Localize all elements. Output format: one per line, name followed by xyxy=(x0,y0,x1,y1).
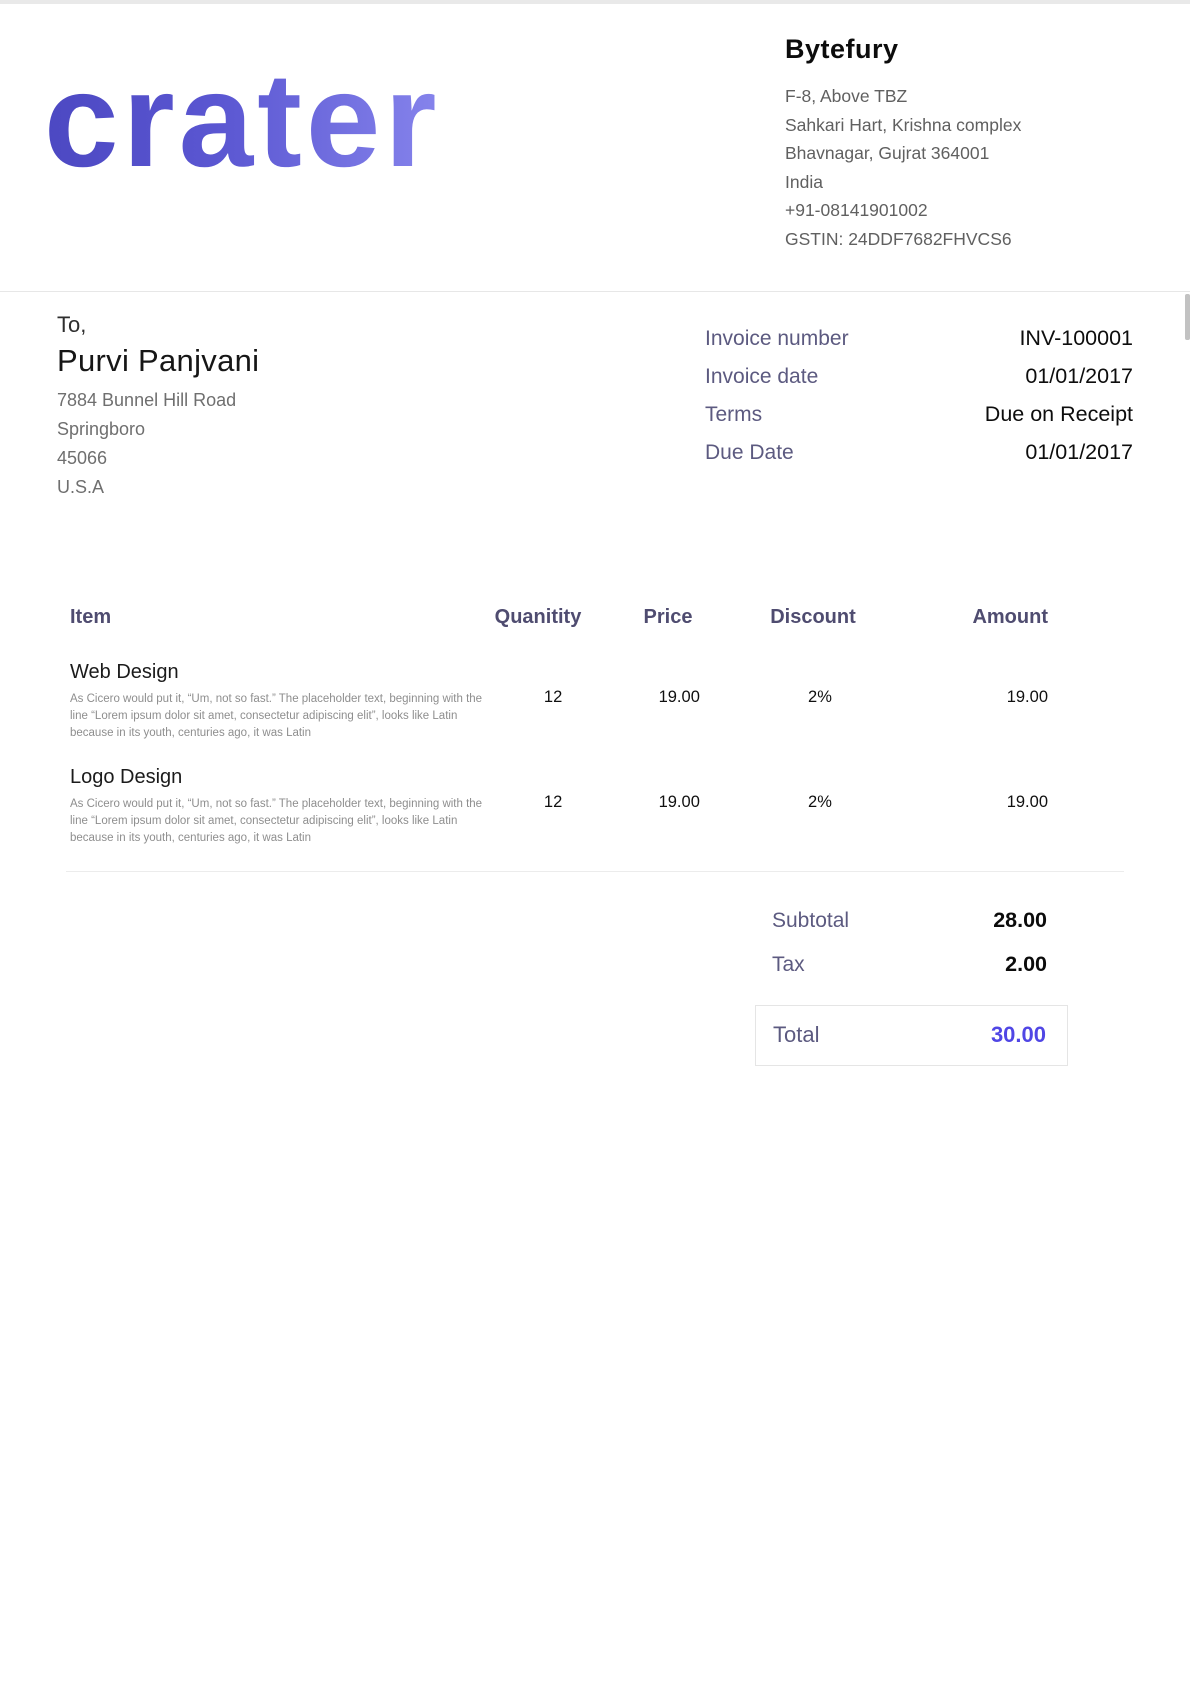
table-row: Web Design As Cicero would put it, “Um, … xyxy=(66,661,1124,742)
invoice-header: crater Bytefury F-8, Above TBZ Sahkari H… xyxy=(0,0,1190,292)
tax-row: Tax 2.00 xyxy=(755,952,1068,977)
total-box: Total 30.00 xyxy=(755,1005,1068,1066)
company-address-line: India xyxy=(785,168,1175,197)
bill-to-label: To, xyxy=(57,312,705,338)
item-discount: 2% xyxy=(742,766,897,812)
table-header-row: Item Quanitity Price Discount Amount xyxy=(66,606,1124,629)
item-price: 19.00 xyxy=(616,661,742,707)
subtotal-value: 28.00 xyxy=(993,908,1047,933)
item-name: Logo Design xyxy=(70,766,490,789)
terms-value: Due on Receipt xyxy=(985,402,1133,427)
item-amount: 19.00 xyxy=(898,766,1048,812)
totals-section: Subtotal 28.00 Tax 2.00 Total 30.00 xyxy=(755,908,1068,1066)
column-header-quantity: Quanitity xyxy=(473,606,603,629)
customer-name: Purvi Panjvani xyxy=(57,343,705,379)
column-header-amount: Amount xyxy=(893,606,1048,629)
invoice-page: crater Bytefury F-8, Above TBZ Sahkari H… xyxy=(0,0,1190,1684)
column-header-price: Price xyxy=(603,606,733,629)
bill-to-block: To, Purvi Panjvani 7884 Bunnel Hill Road… xyxy=(57,312,705,502)
item-description: As Cicero would put it, “Um, not so fast… xyxy=(70,796,490,847)
item-cell: Web Design As Cicero would put it, “Um, … xyxy=(70,661,490,742)
subtotal-label: Subtotal xyxy=(772,909,849,933)
item-description: As Cicero would put it, “Um, not so fast… xyxy=(70,691,490,742)
invoice-date-label: Invoice date xyxy=(705,365,818,389)
invoice-date-row: Invoice date 01/01/2017 xyxy=(705,364,1133,389)
invoice-number-row: Invoice number INV-100001 xyxy=(705,326,1133,351)
item-price: 19.00 xyxy=(616,766,742,812)
company-address-line: F-8, Above TBZ xyxy=(785,82,1175,111)
due-date-row: Due Date 01/01/2017 xyxy=(705,440,1133,465)
company-address-line: Sahkari Hart, Krishna complex xyxy=(785,111,1175,140)
subtotal-row: Subtotal 28.00 xyxy=(755,908,1068,933)
invoice-date-value: 01/01/2017 xyxy=(1025,364,1133,389)
item-amount: 19.00 xyxy=(898,661,1048,707)
tax-value: 2.00 xyxy=(1005,952,1047,977)
company-info: Bytefury F-8, Above TBZ Sahkari Hart, Kr… xyxy=(785,34,1175,253)
total-label: Total xyxy=(773,1022,819,1048)
tax-label: Tax xyxy=(772,953,805,977)
customer-address-line: 45066 xyxy=(57,444,705,473)
table-row: Logo Design As Cicero would put it, “Um,… xyxy=(66,766,1124,847)
item-cell: Logo Design As Cicero would put it, “Um,… xyxy=(70,766,490,847)
item-quantity: 12 xyxy=(490,661,616,707)
terms-label: Terms xyxy=(705,403,762,427)
company-name: Bytefury xyxy=(785,34,1175,65)
items-table: Item Quanitity Price Discount Amount Web… xyxy=(66,606,1124,872)
item-discount: 2% xyxy=(742,661,897,707)
total-value: 30.00 xyxy=(991,1022,1046,1048)
invoice-meta-block: Invoice number INV-100001 Invoice date 0… xyxy=(705,326,1133,478)
item-quantity: 12 xyxy=(490,766,616,812)
due-date-label: Due Date xyxy=(705,441,794,465)
company-gstin: GSTIN: 24DDF7682FHVCS6 xyxy=(785,225,1175,254)
column-header-discount: Discount xyxy=(733,606,893,629)
invoice-number-value: INV-100001 xyxy=(1019,326,1133,351)
customer-address-line: 7884 Bunnel Hill Road xyxy=(57,386,705,415)
customer-address-line: Springboro xyxy=(57,415,705,444)
invoice-number-label: Invoice number xyxy=(705,327,849,351)
parties-section: To, Purvi Panjvani 7884 Bunnel Hill Road… xyxy=(0,292,1190,502)
item-name: Web Design xyxy=(70,661,490,684)
terms-row: Terms Due on Receipt xyxy=(705,402,1133,427)
due-date-value: 01/01/2017 xyxy=(1025,440,1133,465)
company-address-line: Bhavnagar, Gujrat 364001 xyxy=(785,139,1175,168)
column-header-item: Item xyxy=(70,606,473,629)
customer-address-line: U.S.A xyxy=(57,473,705,502)
items-divider xyxy=(66,871,1124,872)
scrollbar-thumb[interactable] xyxy=(1185,294,1190,340)
crater-logo: crater xyxy=(44,54,441,188)
company-phone: +91-08141901002 xyxy=(785,196,1175,225)
